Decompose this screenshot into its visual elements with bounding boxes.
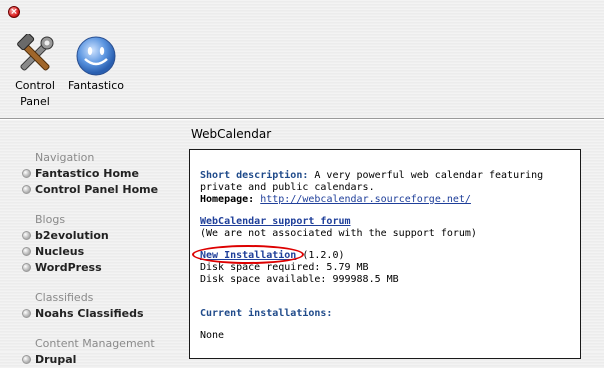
current-installations-label: Current installations: [200, 308, 333, 319]
new-installation-wrapper: New Installation [192, 245, 304, 264]
disk-required-text: Disk space required: 5.79 MB [200, 262, 369, 273]
support-forum: WebCalendar support forum (We are not as… [200, 216, 570, 240]
sidebar: Navigation Fantastico Home Control Panel… [22, 150, 182, 368]
sidebar-item-label: Control Panel Home [35, 183, 159, 196]
bullet-icon [22, 185, 31, 194]
sidebar-item-drupal[interactable]: Drupal [22, 352, 182, 368]
current-installations-value: None [200, 330, 225, 341]
support-forum-note: (We are not associated with the support … [200, 228, 477, 239]
sidebar-section-classifieds: Classifieds [35, 291, 94, 304]
sidebar-item-nucleus[interactable]: Nucleus [22, 244, 182, 260]
toolbar: Control Panel Fantastico [0, 24, 604, 118]
window-titlebar: × [0, 0, 604, 24]
disk-available-text: Disk space available: 999988.5 MB [200, 274, 399, 285]
sidebar-item-label: Drupal [35, 353, 77, 366]
bullet-icon [22, 169, 31, 178]
sidebar-item-label: Nucleus [35, 245, 85, 258]
current-installations: Current installations: None [200, 308, 570, 342]
install-info: New Installation (1.2.0) Disk space requ… [192, 245, 570, 286]
control-panel-label-line1: Control [15, 79, 55, 92]
version-text: (1.2.0) [296, 250, 345, 261]
bullet-icon [22, 309, 31, 318]
support-forum-link[interactable]: WebCalendar support forum [200, 216, 351, 227]
bullet-icon [22, 231, 31, 240]
control-panel-button[interactable]: Control Panel [6, 33, 64, 110]
smiley-icon [74, 34, 118, 78]
page-title: WebCalendar [191, 127, 272, 141]
short-description: Short description: A very powerful web c… [200, 170, 570, 206]
new-installation-link[interactable]: New Installation [200, 250, 296, 261]
control-panel-label-line2: Panel [20, 95, 50, 108]
bullet-icon [22, 263, 31, 272]
sidebar-item-b2evolution[interactable]: b2evolution [22, 228, 182, 244]
tools-icon [13, 33, 57, 78]
homepage-link[interactable]: http://webcalendar.sourceforge.net/ [260, 194, 471, 205]
sidebar-item-fantastico-home[interactable]: Fantastico Home [22, 166, 182, 182]
fantastico-button[interactable]: Fantastico [64, 34, 128, 94]
short-description-label: Short description: [200, 170, 309, 181]
homepage-label: Homepage: [200, 194, 255, 205]
close-window-button[interactable]: × [8, 6, 20, 18]
bullet-icon [22, 355, 31, 364]
sidebar-item-label: Fantastico Home [35, 167, 139, 180]
sidebar-section-blogs: Blogs [35, 213, 66, 226]
toolbar-divider-highlight [0, 119, 604, 120]
sidebar-item-noahs-classifieds[interactable]: Noahs Classifieds [22, 306, 182, 322]
sidebar-item-label: Noahs Classifieds [35, 307, 144, 320]
sidebar-section-navigation: Navigation [35, 151, 95, 164]
sidebar-item-label: WordPress [35, 261, 102, 274]
bullet-icon [22, 247, 31, 256]
sidebar-item-control-panel-home[interactable]: Control Panel Home [22, 182, 182, 198]
sidebar-item-wordpress[interactable]: WordPress [22, 260, 182, 276]
fantastico-label: Fantastico [68, 79, 124, 92]
script-info-panel: Short description: A very powerful web c… [189, 149, 581, 359]
sidebar-item-label: b2evolution [35, 229, 109, 242]
sidebar-section-content-management: Content Management [35, 337, 155, 350]
